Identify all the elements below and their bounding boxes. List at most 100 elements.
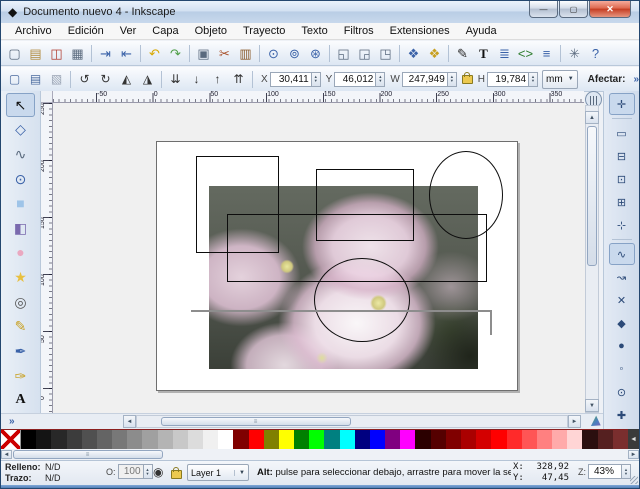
palette-swatch-14[interactable] xyxy=(218,430,234,449)
menu-item-capa[interactable]: Capa xyxy=(144,24,186,38)
snap-path-intersections-button[interactable]: ✕ xyxy=(609,289,635,311)
flip-horizontal-button[interactable]: ◭ xyxy=(116,69,137,90)
align-distribute-button[interactable]: ≡ xyxy=(536,43,557,64)
scroll-down-button[interactable]: ▼ xyxy=(585,399,599,412)
snap-bbox-edges-button[interactable]: ⊟ xyxy=(609,145,635,167)
palette-swatch-15[interactable] xyxy=(233,430,249,449)
palette-swatch-5[interactable] xyxy=(81,430,97,449)
palette-swatch-4[interactable] xyxy=(66,430,82,449)
vertical-scrollbar-thumb[interactable] xyxy=(587,126,597,266)
vertical-ruler[interactable]: 250 200 150 100 50 0 xyxy=(41,103,53,413)
snap-bounding-box-button[interactable]: ▭ xyxy=(609,122,635,144)
horizontal-scrollbar-thumb[interactable]: ≡ xyxy=(161,417,351,426)
raise-button[interactable]: ↑ xyxy=(207,69,228,90)
select-all-button[interactable]: ▢ xyxy=(4,69,25,90)
menu-item-texto[interactable]: Texto xyxy=(293,24,335,38)
palette-swatch-33[interactable] xyxy=(506,430,522,449)
copy-button[interactable]: ▣ xyxy=(193,43,214,64)
width-field[interactable]: W 247,949 ▲ ▼ xyxy=(390,71,457,87)
snap-nodes-button[interactable]: ∿ xyxy=(608,243,635,265)
palette-swatch-20[interactable] xyxy=(309,430,325,449)
lock-ratio-button[interactable] xyxy=(461,71,473,84)
group-objects-button[interactable]: ❖ xyxy=(403,43,424,64)
palette-swatch-32[interactable] xyxy=(491,430,507,449)
snap-smooth-nodes-button[interactable]: ● xyxy=(609,335,635,357)
horizontal-ruler[interactable]: -50 0 50 100 150 200 250 300 350 xyxy=(53,91,584,103)
palette-swatch-16[interactable] xyxy=(248,430,264,449)
units-dropdown[interactable]: mm ▼ xyxy=(542,69,578,89)
snap-object-centers-button[interactable]: ⊙ xyxy=(609,381,635,403)
opacity-spinner[interactable]: ▲ ▼ xyxy=(143,464,153,479)
tool-pencil[interactable]: ✎ xyxy=(6,314,35,338)
snap-paths-button[interactable]: ↝ xyxy=(609,266,635,288)
title-bar[interactable]: ◆ Documento nuevo 4 - Inkscape — ▢ ✕ xyxy=(1,1,639,24)
zoom-drawing-button[interactable]: ⊚ xyxy=(284,43,305,64)
tool-text[interactable]: A xyxy=(6,388,35,412)
palette-more-button[interactable]: ◄ xyxy=(628,429,639,449)
line-path-horizontal[interactable] xyxy=(191,310,491,312)
ellipse-shape-2[interactable] xyxy=(314,258,410,342)
zoom-field[interactable]: Z: 43% ▲ ▼ xyxy=(578,464,631,479)
zoom-selection-button[interactable]: ⊙ xyxy=(263,43,284,64)
palette-scroll-left-button[interactable]: ◄ xyxy=(1,450,12,459)
palette-swatch-36[interactable] xyxy=(552,430,568,449)
save-document-button[interactable]: ◫ xyxy=(46,43,67,64)
palette-swatch-3[interactable] xyxy=(51,430,67,449)
preferences-button[interactable]: ✳ xyxy=(564,43,585,64)
palette-swatch-13[interactable] xyxy=(203,430,219,449)
tool-spiral[interactable]: ◎ xyxy=(6,290,35,314)
y-spinner[interactable]: ▲ ▼ xyxy=(376,71,386,87)
export-bitmap-button[interactable]: ⇤ xyxy=(116,43,137,64)
opacity-field[interactable]: O: 100 ▲ ▼ xyxy=(106,464,153,479)
width-spinner[interactable]: ▲ ▼ xyxy=(447,71,457,87)
line-path-vertical[interactable] xyxy=(490,310,492,335)
tool-box-3d[interactable]: ◧ xyxy=(6,216,35,240)
snap-bbox-corners-button[interactable]: ⊡ xyxy=(609,168,635,190)
palette-swatch-10[interactable] xyxy=(157,430,173,449)
snap-line-midpoints-button[interactable]: ◦ xyxy=(609,358,635,380)
palette-swatch-40[interactable] xyxy=(612,430,628,449)
rotate-ccw-button[interactable]: ↺ xyxy=(74,69,95,90)
height-input[interactable]: 19,784 xyxy=(487,71,530,87)
undo-button[interactable]: ↶ xyxy=(144,43,165,64)
tool-star[interactable]: ★ xyxy=(6,265,35,289)
x-position-field[interactable]: X 30,411 ▲ ▼ xyxy=(261,71,321,87)
menu-item-edicion[interactable]: Edición xyxy=(60,24,112,38)
ungroup-objects-button[interactable]: ❖ xyxy=(424,43,445,64)
palette-swatch-38[interactable] xyxy=(582,430,598,449)
layers-dialog-button[interactable]: ≣ xyxy=(494,43,515,64)
palette-swatch-6[interactable] xyxy=(96,430,113,449)
palette-swatch-21[interactable] xyxy=(324,430,340,449)
menu-item-trayecto[interactable]: Trayecto xyxy=(235,24,293,38)
height-spinner[interactable]: ▲ ▼ xyxy=(529,71,539,87)
palette-swatch-37[interactable] xyxy=(567,430,583,449)
x-input[interactable]: 30,411 xyxy=(269,71,312,87)
zoom-input[interactable]: 43% xyxy=(588,464,622,479)
minimize-button[interactable]: — xyxy=(529,1,558,18)
tool-zoom[interactable]: ⊙ xyxy=(6,167,35,191)
palette-swatch-35[interactable] xyxy=(536,430,553,449)
about-help-button[interactable]: ? xyxy=(585,43,606,64)
ellipse-shape-1[interactable] xyxy=(429,151,503,239)
redo-button[interactable]: ↷ xyxy=(165,43,186,64)
palette-swatch-2[interactable] xyxy=(36,430,52,449)
palette-swatch-7[interactable] xyxy=(112,430,128,449)
palette-scrollbar-thumb[interactable]: ≡ xyxy=(13,450,163,459)
snap-rotation-centers-button[interactable]: ✚ xyxy=(609,404,635,426)
tool-bezier-pen[interactable]: ✒ xyxy=(6,339,35,363)
menu-item-ver[interactable]: Ver xyxy=(112,24,145,38)
layer-dropdown[interactable]: Layer 1 ▼ xyxy=(187,464,249,481)
lower-to-bottom-button[interactable]: ⇊ xyxy=(165,69,186,90)
y-input[interactable]: 46,012 xyxy=(334,71,377,87)
scroll-left-button[interactable]: ◄ xyxy=(123,415,136,428)
palette-scroll-right-button[interactable]: ► xyxy=(628,450,639,459)
x-spinner[interactable]: ▲ ▼ xyxy=(311,71,321,87)
palette-swatch-19[interactable] xyxy=(294,430,310,449)
canvas[interactable] xyxy=(53,103,585,413)
opacity-input[interactable]: 100 xyxy=(117,464,144,479)
create-clone-button[interactable]: ◲ xyxy=(354,43,375,64)
tool-calligraphy[interactable]: ✑ xyxy=(6,364,35,388)
y-position-field[interactable]: Y 46,012 ▲ ▼ xyxy=(326,71,386,87)
close-button[interactable]: ✕ xyxy=(589,1,631,18)
palette-swatch-39[interactable] xyxy=(597,430,613,449)
